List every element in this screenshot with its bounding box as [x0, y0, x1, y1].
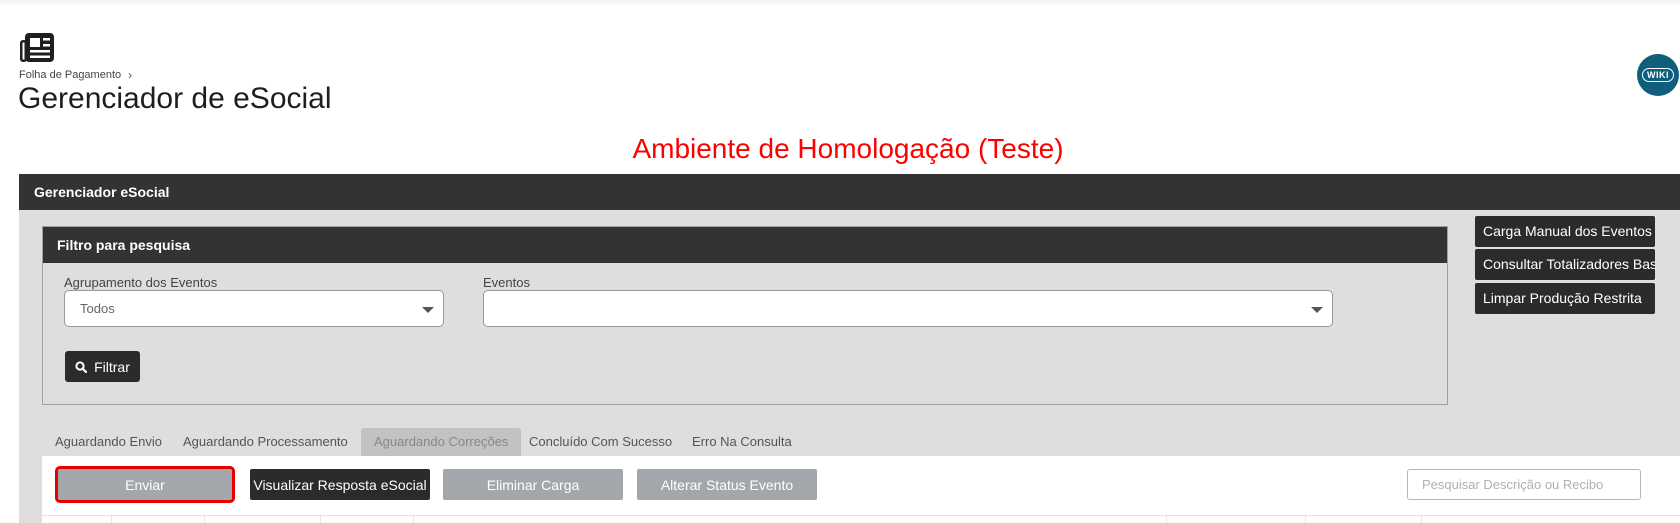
group-select-value: Todos [80, 301, 115, 316]
environment-banner: Ambiente de Homologação (Teste) [632, 133, 1064, 164]
caret-down-icon [1311, 307, 1323, 313]
events-select[interactable] [483, 290, 1333, 327]
wiki-label: WIKI [1642, 68, 1674, 82]
table-column-divider [1166, 515, 1167, 523]
events-label: Eventos [483, 275, 530, 290]
newspaper-icon [19, 32, 55, 64]
filter-panel: Filtro para pesquisa Agrupamento dos Eve… [42, 226, 1448, 405]
group-label: Agrupamento dos Eventos [64, 275, 218, 290]
tab-aguardando-envio[interactable]: Aguardando Envio [42, 428, 175, 456]
filter-button[interactable]: Filtrar [65, 351, 140, 382]
table-column-divider [1305, 515, 1306, 523]
page-title: Gerenciador de eSocial [18, 82, 332, 115]
totalizers-button[interactable]: Consultar Totalizadores Base [1475, 249, 1655, 280]
wiki-button[interactable]: WIKI [1637, 54, 1679, 96]
breadcrumb-item-folha[interactable]: Folha de Pagamento [19, 69, 121, 81]
change-status-button[interactable]: Alterar Status Evento [637, 469, 817, 500]
table-column-divider [111, 515, 112, 523]
view-response-button[interactable]: Visualizar Resposta eSocial [250, 469, 430, 500]
search-input[interactable] [1407, 469, 1641, 500]
table-column-divider [1421, 515, 1422, 523]
table-column-divider [413, 515, 414, 523]
table-column-divider [320, 515, 321, 523]
manual-load-button[interactable]: Carga Manual dos Eventos [1475, 216, 1655, 247]
group-select[interactable]: Todos [64, 290, 444, 327]
delete-load-button[interactable]: Eliminar Carga [443, 469, 623, 500]
tab-concluido-com-sucesso[interactable]: Concluído Com Sucesso [516, 428, 685, 456]
tab-erro-na-consulta[interactable]: Erro Na Consulta [679, 428, 805, 456]
main-panel-header: Gerenciador eSocial [19, 174, 1680, 210]
table-header [42, 515, 1680, 523]
clear-restricted-button[interactable]: Limpar Produção Restrita [1475, 283, 1655, 314]
caret-down-icon [422, 307, 434, 313]
filter-button-label: Filtrar [94, 358, 130, 375]
chevron-right-icon: › [128, 68, 133, 82]
top-shadow [0, 0, 1680, 6]
search-icon [75, 360, 88, 373]
breadcrumb: Folha de Pagamento › [19, 68, 132, 82]
tab-aguardando-correcoes[interactable]: Aguardando Correções [361, 428, 522, 456]
send-button[interactable]: Enviar [55, 466, 235, 503]
table-column-divider [204, 515, 205, 523]
filter-panel-header: Filtro para pesquisa [43, 227, 1447, 263]
tab-aguardando-processamento[interactable]: Aguardando Processamento [170, 428, 361, 456]
